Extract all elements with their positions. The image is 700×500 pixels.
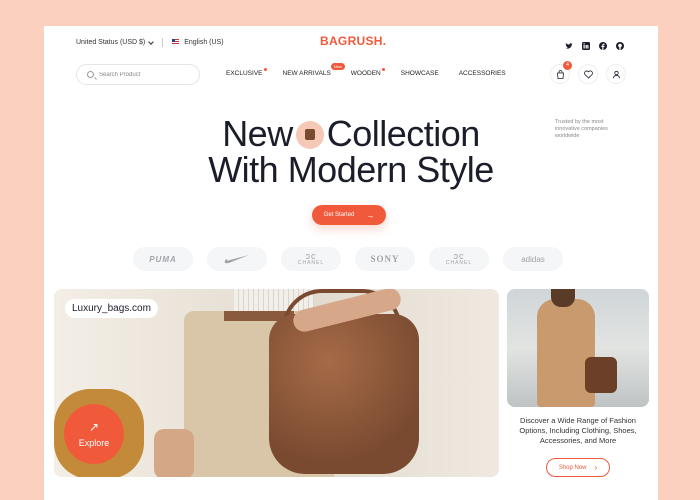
- github-icon[interactable]: [616, 37, 624, 50]
- shop-now-label: Shop Now: [558, 464, 587, 471]
- main-nav: EXCLUSIVE NEW ARRIVALSNew WOODEN SHOWCAS…: [44, 61, 658, 88]
- brand-name: PUMA: [149, 254, 177, 264]
- nav-item-label: NEW ARRIVALS: [282, 70, 331, 77]
- divider: [162, 38, 164, 47]
- nav-item-label: ACCESSORIES: [458, 70, 506, 77]
- brand-logo-sony[interactable]: SONY: [355, 247, 415, 271]
- page-frame: United Status (USD $) English (US) BAGRU…: [44, 26, 658, 500]
- brand-name: CHANEL: [297, 260, 325, 266]
- new-badge: New: [330, 63, 345, 70]
- explore-button[interactable]: ↗ Explore: [64, 404, 124, 464]
- user-icon: [612, 70, 620, 78]
- chevron-right-icon: ›: [594, 463, 598, 472]
- search-input[interactable]: [99, 69, 195, 81]
- language-selector[interactable]: English (US): [172, 39, 224, 46]
- hero-product-image[interactable]: Luxury_bags.com ↗ Explore: [54, 289, 499, 477]
- account-button[interactable]: [606, 64, 626, 84]
- twitter-icon[interactable]: [565, 37, 573, 49]
- bag-shape: [585, 357, 617, 393]
- nav-item-label: EXCLUSIVE: [226, 70, 263, 77]
- hero-title-word: Collection: [326, 113, 481, 154]
- nav-dot-badge: [381, 68, 385, 71]
- facebook-icon[interactable]: [599, 37, 607, 50]
- brand-name: SONY: [370, 254, 400, 264]
- wishlist-button[interactable]: [578, 64, 598, 84]
- brand-name: adidas: [521, 254, 545, 264]
- currency-label: United Status (USD $): [76, 39, 146, 46]
- language-label: English (US): [184, 39, 224, 46]
- side-description: Discover a Wide Range of Fashion Options…: [519, 416, 637, 445]
- brand-logos: PUMA ↄc CHANEL SONY ↄc CHANEL adidas: [133, 247, 563, 271]
- chanel-cc-icon: ↄc: [305, 251, 317, 261]
- brand-logo-puma[interactable]: PUMA: [133, 247, 193, 271]
- currency-selector[interactable]: United Status (USD $): [76, 39, 155, 46]
- brand-logo-nike[interactable]: [207, 247, 267, 271]
- nav-item-new-arrivals[interactable]: NEW ARRIVALS New: [282, 63, 345, 77]
- side-product-image[interactable]: [507, 289, 649, 407]
- site-tag: Luxury_bags.com: [65, 299, 158, 318]
- arrow-right-icon: →: [366, 210, 375, 220]
- hero-title-line2: With Modern Style: [208, 149, 494, 190]
- brand-name: CHANEL: [445, 260, 473, 266]
- bag-thumbnail-icon: [295, 121, 324, 149]
- leather-bag-shape: [269, 314, 419, 474]
- chanel-cc-icon: ↄc: [453, 251, 465, 261]
- hero-title-word: New: [222, 113, 293, 154]
- arm-shape: [154, 429, 194, 477]
- search-box[interactable]: [76, 64, 200, 85]
- brand-logo-chanel[interactable]: ↄc CHANEL: [281, 247, 341, 271]
- nav-item-wooden[interactable]: WOODEN: [350, 68, 385, 77]
- arrow-up-right-icon: ↗: [88, 420, 100, 434]
- trusted-text: Trusted by the most innovative companies…: [555, 119, 608, 139]
- nike-swoosh-icon: [224, 255, 249, 264]
- explore-label: Explore: [78, 438, 110, 448]
- nav-item-exclusive[interactable]: EXCLUSIVE: [226, 68, 267, 77]
- us-flag-icon: [172, 39, 180, 44]
- top-bar-left: United Status (USD $) English (US): [76, 38, 224, 47]
- get-started-label: Get Started: [323, 212, 355, 218]
- hair-shape: [551, 289, 575, 307]
- nav-dot-badge: [263, 68, 267, 71]
- cart-count-badge: 4: [563, 61, 572, 70]
- top-bar: United Status (USD $) English (US) BAGRU…: [44, 26, 658, 60]
- nav-item-accessories[interactable]: ACCESSORIES: [459, 70, 506, 77]
- brand-logo[interactable]: BAGRUSH.: [320, 34, 386, 48]
- nav-item-showcase[interactable]: SHOWCASE: [401, 70, 439, 77]
- nav-menu: EXCLUSIVE NEW ARRIVALS New WOODEN SHOWCAS…: [226, 63, 526, 77]
- linkedin-icon[interactable]: [582, 37, 590, 50]
- get-started-button[interactable]: Get Started →: [312, 205, 386, 225]
- nav-icons: 4: [550, 61, 626, 84]
- brand-logo-chanel[interactable]: ↄc CHANEL: [429, 247, 489, 271]
- search-icon: [87, 71, 94, 78]
- heart-icon: [583, 70, 593, 79]
- brand-logo-adidas[interactable]: adidas: [503, 247, 563, 271]
- nav-item-label: WOODEN: [350, 70, 381, 77]
- social-links: [565, 37, 624, 50]
- cart-icon: [556, 69, 564, 79]
- cart-button[interactable]: 4: [550, 61, 572, 84]
- chevron-down-icon: [148, 39, 155, 45]
- shop-now-button[interactable]: Shop Now ›: [546, 458, 610, 477]
- nav-item-label: SHOWCASE: [400, 70, 439, 77]
